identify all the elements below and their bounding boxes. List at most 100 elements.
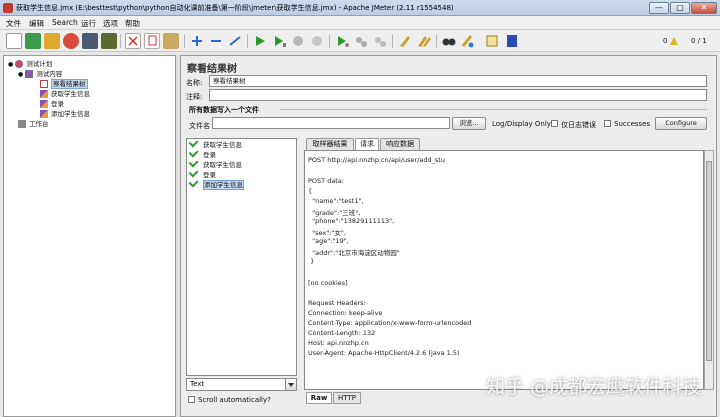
remote-stop-icon[interactable] bbox=[353, 33, 369, 49]
sampler-icon bbox=[40, 90, 48, 98]
scrollbar-thumb[interactable] bbox=[706, 161, 712, 361]
filename-label: 文件名 bbox=[189, 122, 210, 130]
scroll-automatically-label: Scroll automatically? bbox=[198, 396, 271, 404]
request-line: "addr":"北京市海淀区动物园" bbox=[308, 249, 400, 257]
sample-result-item-selected[interactable]: 添加学生信息 bbox=[188, 177, 244, 191]
log-display-label: Log/Display Only: bbox=[492, 120, 553, 128]
minimize-button[interactable]: — bbox=[649, 2, 669, 14]
stop-icon[interactable] bbox=[290, 33, 306, 49]
collapse-icon[interactable] bbox=[208, 33, 224, 49]
configure-button[interactable]: Configure bbox=[655, 117, 707, 130]
panel-heading: 察看结果树 bbox=[187, 64, 237, 75]
toolbar: 0 0 / 1 bbox=[0, 30, 720, 52]
remote-start-icon[interactable] bbox=[334, 33, 350, 49]
chevron-down-icon[interactable] bbox=[285, 379, 296, 390]
sampler-icon bbox=[40, 100, 48, 108]
tab-sampler-result[interactable]: 取样器结果 bbox=[306, 138, 354, 150]
menu-help[interactable]: 帮助 bbox=[125, 18, 140, 29]
renderer-select-value: Text bbox=[190, 380, 205, 388]
watermark: 知乎 @成都宏鹰软件科技 bbox=[486, 376, 702, 398]
request-line: POST http://api.nnzhp.cn/api/user/add_st… bbox=[308, 156, 445, 164]
new-icon[interactable] bbox=[6, 33, 22, 49]
result-tabs: 取样器结果 请求 响应数据 bbox=[304, 138, 704, 151]
request-line: "phone":"13829111113", bbox=[308, 217, 395, 225]
copy-icon[interactable] bbox=[144, 33, 160, 49]
renderer-select[interactable]: Text bbox=[186, 378, 297, 391]
toggle-icon[interactable] bbox=[227, 33, 243, 49]
expand-icon[interactable] bbox=[189, 33, 205, 49]
listener-icon bbox=[40, 80, 48, 88]
help-icon[interactable] bbox=[504, 33, 520, 49]
errors-only-label: 仅日志错误 bbox=[561, 121, 596, 129]
write-to-file-group-title: 所有数据写入一个文件 bbox=[189, 106, 259, 114]
reset-search-icon[interactable] bbox=[460, 33, 476, 49]
close-file-icon[interactable] bbox=[63, 33, 79, 49]
name-input[interactable]: 察看结果树 bbox=[209, 75, 707, 87]
remote-shutdown-icon[interactable] bbox=[372, 33, 388, 49]
test-plan-icon bbox=[15, 60, 24, 68]
errors-only-checkbox[interactable] bbox=[551, 120, 558, 127]
menu-file[interactable]: 文件 bbox=[6, 18, 21, 29]
cut-icon[interactable] bbox=[125, 33, 141, 49]
jmeter-app-icon bbox=[3, 3, 13, 13]
request-line: "sex":"女", bbox=[308, 229, 346, 237]
menu-search[interactable]: Search bbox=[52, 18, 78, 27]
start-no-pause-icon[interactable] bbox=[271, 33, 287, 49]
request-line: "age":"19", bbox=[308, 237, 349, 245]
window-title: 获取学生信息.jmx (E:\besttest\python\python自动化… bbox=[16, 4, 454, 12]
shutdown-icon[interactable] bbox=[309, 33, 325, 49]
filename-input[interactable] bbox=[212, 117, 450, 129]
browse-button[interactable]: 浏览... bbox=[452, 117, 486, 130]
save-as-icon[interactable] bbox=[101, 33, 117, 49]
successes-checkbox[interactable] bbox=[604, 120, 611, 127]
request-line: POST data: bbox=[308, 177, 345, 185]
request-line: Request Headers: bbox=[308, 299, 366, 307]
successes-label: Successes bbox=[614, 120, 651, 128]
active-threads: 0 / 1 bbox=[691, 37, 707, 45]
request-line: { bbox=[308, 187, 313, 195]
tab-http[interactable]: HTTP bbox=[333, 392, 361, 404]
request-line: "name":"test1", bbox=[308, 197, 364, 205]
scroll-automatically-checkbox[interactable] bbox=[188, 396, 195, 403]
request-line: } bbox=[308, 257, 315, 265]
sample-result-item[interactable]: 获取学生信息 bbox=[188, 157, 242, 171]
menu-options[interactable]: 选项 bbox=[103, 18, 118, 29]
maximize-button[interactable]: □ bbox=[670, 2, 690, 14]
tab-response-data[interactable]: 响应数据 bbox=[380, 138, 420, 150]
window-titlebar: 获取学生信息.jmx (E:\besttest\python\python自动化… bbox=[0, 0, 720, 16]
open-icon[interactable] bbox=[44, 33, 60, 49]
function-helper-icon[interactable] bbox=[484, 33, 500, 49]
close-window-button[interactable]: ✕ bbox=[691, 2, 717, 14]
templates-icon[interactable] bbox=[25, 33, 41, 49]
comment-label: 注释: bbox=[186, 93, 203, 101]
start-icon[interactable] bbox=[252, 33, 268, 49]
thread-group-icon bbox=[25, 70, 34, 78]
request-line: User-Agent: Apache-HttpClient/4.2.6 (jav… bbox=[308, 349, 460, 357]
warning-icon bbox=[670, 37, 678, 47]
request-line: Connection: keep-alive bbox=[308, 309, 383, 317]
tree-item-workbench[interactable]: 工作台 bbox=[18, 119, 49, 130]
sample-result-item[interactable]: 获取学生信息 bbox=[188, 137, 242, 151]
workbench-icon bbox=[18, 120, 26, 128]
warning-count: 0 bbox=[663, 37, 668, 45]
request-scrollbar[interactable] bbox=[704, 150, 714, 390]
paste-icon[interactable] bbox=[163, 33, 179, 49]
clear-icon[interactable] bbox=[397, 33, 413, 49]
search-icon[interactable] bbox=[441, 33, 457, 49]
clear-all-icon[interactable] bbox=[416, 33, 432, 49]
request-line: [no cookies] bbox=[308, 279, 348, 287]
menu-edit[interactable]: 编辑 bbox=[29, 18, 44, 29]
request-line: Content-Length: 132 bbox=[308, 329, 376, 337]
request-line: Host: api.nnzhp.cn bbox=[308, 339, 369, 347]
name-label: 名称: bbox=[186, 79, 203, 87]
group-divider bbox=[280, 109, 707, 110]
sampler-icon bbox=[40, 110, 48, 118]
request-line: "grade":"三班", bbox=[308, 209, 361, 217]
menu-run[interactable]: 运行 bbox=[81, 18, 96, 29]
request-content-area[interactable]: POST http://api.nnzhp.cn/api/user/add_st… bbox=[304, 150, 704, 390]
sample-results-list: 获取学生信息 登录 获取学生信息 登录 添加学生信息 bbox=[186, 137, 297, 376]
comment-input[interactable] bbox=[209, 89, 707, 101]
tab-raw[interactable]: Raw bbox=[306, 392, 332, 404]
save-icon[interactable] bbox=[82, 33, 98, 49]
test-plan-tree: ● 测试计划 ● 测试内容 察看结果树 获取学生信息 登录 添加学生信息 工作台 bbox=[3, 55, 176, 417]
